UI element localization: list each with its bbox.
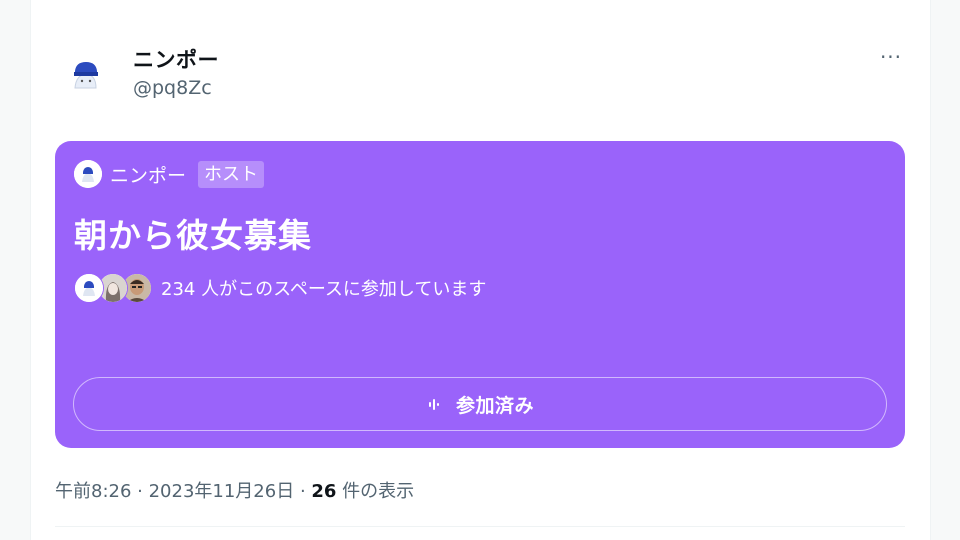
participants-row: 234 人がこのスペースに参加しています [74, 273, 486, 303]
joined-button-label: 参加済み [455, 394, 534, 417]
post-meta: 午前8:26 · 2023年11月26日 · 26 件の表示 [55, 477, 414, 503]
host-avatar-illustration [74, 160, 102, 188]
author-name[interactable]: ニンポー [133, 44, 219, 74]
views-label: 件の表示 [336, 481, 415, 502]
author-handle[interactable]: @pq8Zc [133, 77, 212, 99]
space-host-name: ニンポー [110, 164, 187, 187]
more-horizontal-icon[interactable]: ··· [874, 44, 908, 70]
space-host-row: ニンポー ホスト [74, 160, 265, 188]
participants-count-text: 234 人がこのスペースに参加しています [161, 279, 487, 300]
post-date[interactable]: 2023年11月26日 [149, 481, 295, 502]
views-count[interactable]: 26 [311, 481, 336, 502]
participant-avatar-illustration [75, 274, 103, 302]
author-avatar[interactable] [56, 48, 114, 106]
host-avatar [74, 160, 102, 188]
joined-button[interactable]: 参加済み [73, 377, 887, 431]
meta-separator: · [131, 481, 149, 502]
meta-separator: · [294, 481, 312, 502]
participant-avatars [74, 273, 154, 303]
host-badge: ホスト [198, 160, 265, 188]
participant-avatar [74, 273, 104, 303]
audio-bars-icon [428, 399, 439, 410]
post-time[interactable]: 午前8:26 [55, 481, 131, 502]
avatar-illustration [56, 48, 114, 106]
divider [55, 526, 905, 527]
space-card[interactable]: ニンポー ホスト 朝から彼女募集 234 人がこのスペースに参加しています 参加… [55, 141, 905, 448]
space-title: 朝から彼女募集 [74, 216, 312, 255]
